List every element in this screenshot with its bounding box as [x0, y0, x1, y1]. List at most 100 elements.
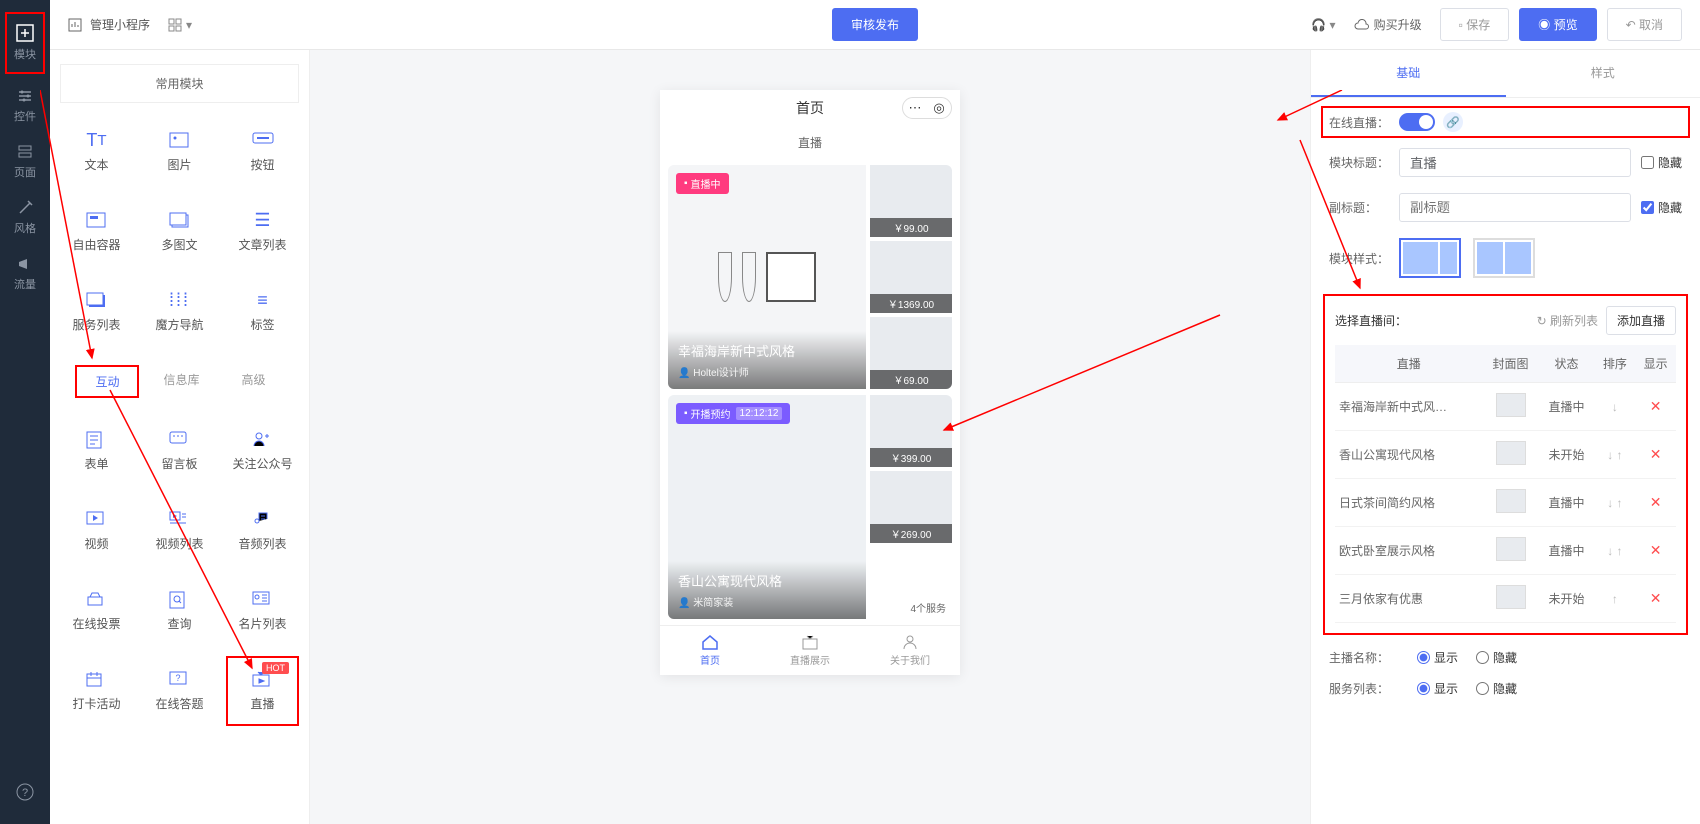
mod-follow[interactable]: 关注公众号 — [226, 416, 299, 486]
upgrade-link[interactable]: 购买升级 — [1354, 16, 1422, 33]
cell-thumb — [1483, 575, 1539, 623]
style-option-2[interactable] — [1473, 238, 1535, 278]
subtitle-input[interactable] — [1399, 193, 1631, 222]
card-title: 香山公寓现代风格 — [678, 571, 856, 590]
cell-order[interactable]: ↑ — [1595, 575, 1636, 623]
cell-delete[interactable]: ✕ — [1635, 383, 1676, 431]
side-item[interactable]: 4个服务 — [870, 547, 952, 619]
side-item[interactable]: ￥99.00 — [870, 165, 952, 237]
hide-checkbox[interactable]: 隐藏 — [1641, 199, 1682, 216]
side-item[interactable]: ￥269.00 — [870, 471, 952, 543]
phone-preview: 首页 ⋯◎ 直播 ▪直播中 幸福海岸新中式风格👤 Holtel设计师 ￥99.0… — [660, 90, 960, 675]
mod-comment[interactable]: 留言板 — [143, 416, 216, 486]
cell-name: 欧式卧室展示风格 — [1335, 527, 1483, 575]
mod-tags[interactable]: ≡标签 — [226, 277, 299, 347]
side-item[interactable]: ￥1369.00 — [870, 241, 952, 313]
chart-icon — [68, 18, 82, 32]
live-card-2[interactable]: ▪开播预约 12:12:12 香山公寓现代风格👤 米简家装 ￥399.00 ￥2… — [668, 395, 952, 619]
playlist-icon — [169, 511, 191, 529]
tab-style[interactable]: 样式 — [1506, 50, 1700, 97]
tab-about[interactable]: 关于我们 — [860, 626, 960, 675]
cell-delete[interactable]: ✕ — [1635, 479, 1676, 527]
tab-basic[interactable]: 基础 — [1311, 50, 1506, 97]
cell-status: 未开始 — [1539, 575, 1595, 623]
hide-checkbox[interactable]: 隐藏 — [1641, 154, 1682, 171]
mod-namecard[interactable]: 名片列表 — [226, 576, 299, 646]
manage-link[interactable]: 管理小程序 — [68, 16, 150, 33]
radio-hide[interactable]: 隐藏 — [1476, 680, 1517, 697]
radio-hide[interactable]: 隐藏 — [1476, 649, 1517, 666]
dot-icon: ▪ — [684, 178, 688, 189]
th-show: 显示 — [1635, 345, 1676, 383]
cell-order[interactable]: ↓ ↑ — [1595, 431, 1636, 479]
tab-home[interactable]: 首页 — [660, 626, 760, 675]
mod-videolist[interactable]: 视频列表 — [143, 496, 216, 566]
online-toggle[interactable] — [1399, 113, 1435, 131]
cancel-button[interactable]: ↶ 取消 — [1607, 8, 1682, 41]
apps-dropdown[interactable]: ▾ — [168, 18, 192, 32]
add-live-button[interactable]: 添加直播 — [1606, 306, 1676, 335]
mod-service[interactable]: 服务列表 — [60, 277, 133, 347]
right-panel: 基础 样式 在线直播： 🔗 模块标题： 隐藏 副标题： 隐藏 模块样式： — [1310, 50, 1700, 824]
mod-image[interactable]: 图片 — [143, 117, 216, 187]
save-icon: ▫ — [1459, 18, 1463, 32]
refresh-list[interactable]: ↻ 刷新列表 — [1537, 312, 1598, 329]
chat-icon — [169, 431, 191, 449]
mod-article[interactable]: ☰文章列表 — [226, 197, 299, 267]
mod-container[interactable]: 自由容器 — [60, 197, 133, 267]
live-table: 直播 封面图 状态 排序 显示 幸福海岸新中式风… 直播中 ↓ ✕香山公寓现代风… — [1335, 345, 1676, 623]
mod-nav[interactable]: ⁞⁞⁞魔方导航 — [143, 277, 216, 347]
upgrade-label: 购买升级 — [1374, 16, 1422, 33]
mod-quiz[interactable]: ?在线答题 — [143, 656, 216, 726]
rail-modules[interactable]: 模块 — [5, 12, 45, 74]
mod-video[interactable]: 视频 — [60, 496, 133, 566]
cell-order[interactable]: ↓ ↑ — [1595, 479, 1636, 527]
preview-button[interactable]: ◉ 预览 — [1519, 8, 1596, 41]
radio-show[interactable]: 显示 — [1417, 680, 1458, 697]
radio-show[interactable]: 显示 — [1417, 649, 1458, 666]
tv-icon — [801, 634, 819, 650]
rail-pages[interactable]: 页面 — [5, 134, 45, 190]
cell-delete[interactable]: ✕ — [1635, 527, 1676, 575]
tab-live[interactable]: 直播展示 — [760, 626, 860, 675]
support-dropdown[interactable]: 🎧 ▾ — [1311, 18, 1335, 32]
side-item[interactable]: ￥69.00 — [870, 317, 952, 389]
cell-status: 直播中 — [1539, 479, 1595, 527]
help-button[interactable]: ? — [16, 783, 34, 824]
live-rooms-box: 选择直播间： ↻ 刷新列表 添加直播 直播 封面图 状态 排序 显示 幸福海岸新… — [1323, 294, 1688, 635]
mod-button[interactable]: 按钮 — [226, 117, 299, 187]
table-row: 欧式卧室展示风格 直播中 ↓ ↑ ✕ — [1335, 527, 1676, 575]
mod-multipic[interactable]: 多图文 — [143, 197, 216, 267]
phone-tabbar: 首页 直播展示 关于我们 — [660, 625, 960, 675]
cell-thumb — [1483, 527, 1539, 575]
tab-advanced[interactable]: 高级 — [224, 365, 284, 398]
cell-name: 日式茶间简约风格 — [1335, 479, 1483, 527]
publish-button[interactable]: 审核发布 — [832, 8, 918, 41]
capsule[interactable]: ⋯◎ — [902, 97, 952, 119]
rail-controls[interactable]: 控件 — [5, 78, 45, 134]
rail-traffic[interactable]: 流量 — [5, 246, 45, 302]
th-status: 状态 — [1539, 345, 1595, 383]
mod-live[interactable]: HOT直播 — [226, 656, 299, 726]
illustration — [668, 165, 866, 389]
link-icon[interactable]: 🔗 — [1443, 112, 1463, 132]
mod-query[interactable]: 查询 — [143, 576, 216, 646]
rail-style[interactable]: 风格 — [5, 190, 45, 246]
live-card-1[interactable]: ▪直播中 幸福海岸新中式风格👤 Holtel设计师 ￥99.00 ￥1369.0… — [668, 165, 952, 389]
mod-vote[interactable]: 在线投票 — [60, 576, 133, 646]
cell-order[interactable]: ↓ — [1595, 383, 1636, 431]
mod-checkin[interactable]: 打卡活动 — [60, 656, 133, 726]
mod-form[interactable]: 表单 — [60, 416, 133, 486]
module-title-input[interactable] — [1399, 148, 1631, 177]
cell-order[interactable]: ↓ ↑ — [1595, 527, 1636, 575]
tab-info[interactable]: 信息库 — [145, 365, 217, 398]
user-icon — [902, 634, 918, 650]
side-item[interactable]: ￥399.00 — [870, 395, 952, 467]
mod-audiolist[interactable]: 音频列表 — [226, 496, 299, 566]
style-option-1[interactable] — [1399, 238, 1461, 278]
save-button[interactable]: ▫ 保存 — [1440, 8, 1510, 41]
mod-text[interactable]: TT文本 — [60, 117, 133, 187]
tab-interact[interactable]: 互动 — [75, 365, 139, 398]
cell-delete[interactable]: ✕ — [1635, 575, 1676, 623]
cell-delete[interactable]: ✕ — [1635, 431, 1676, 479]
